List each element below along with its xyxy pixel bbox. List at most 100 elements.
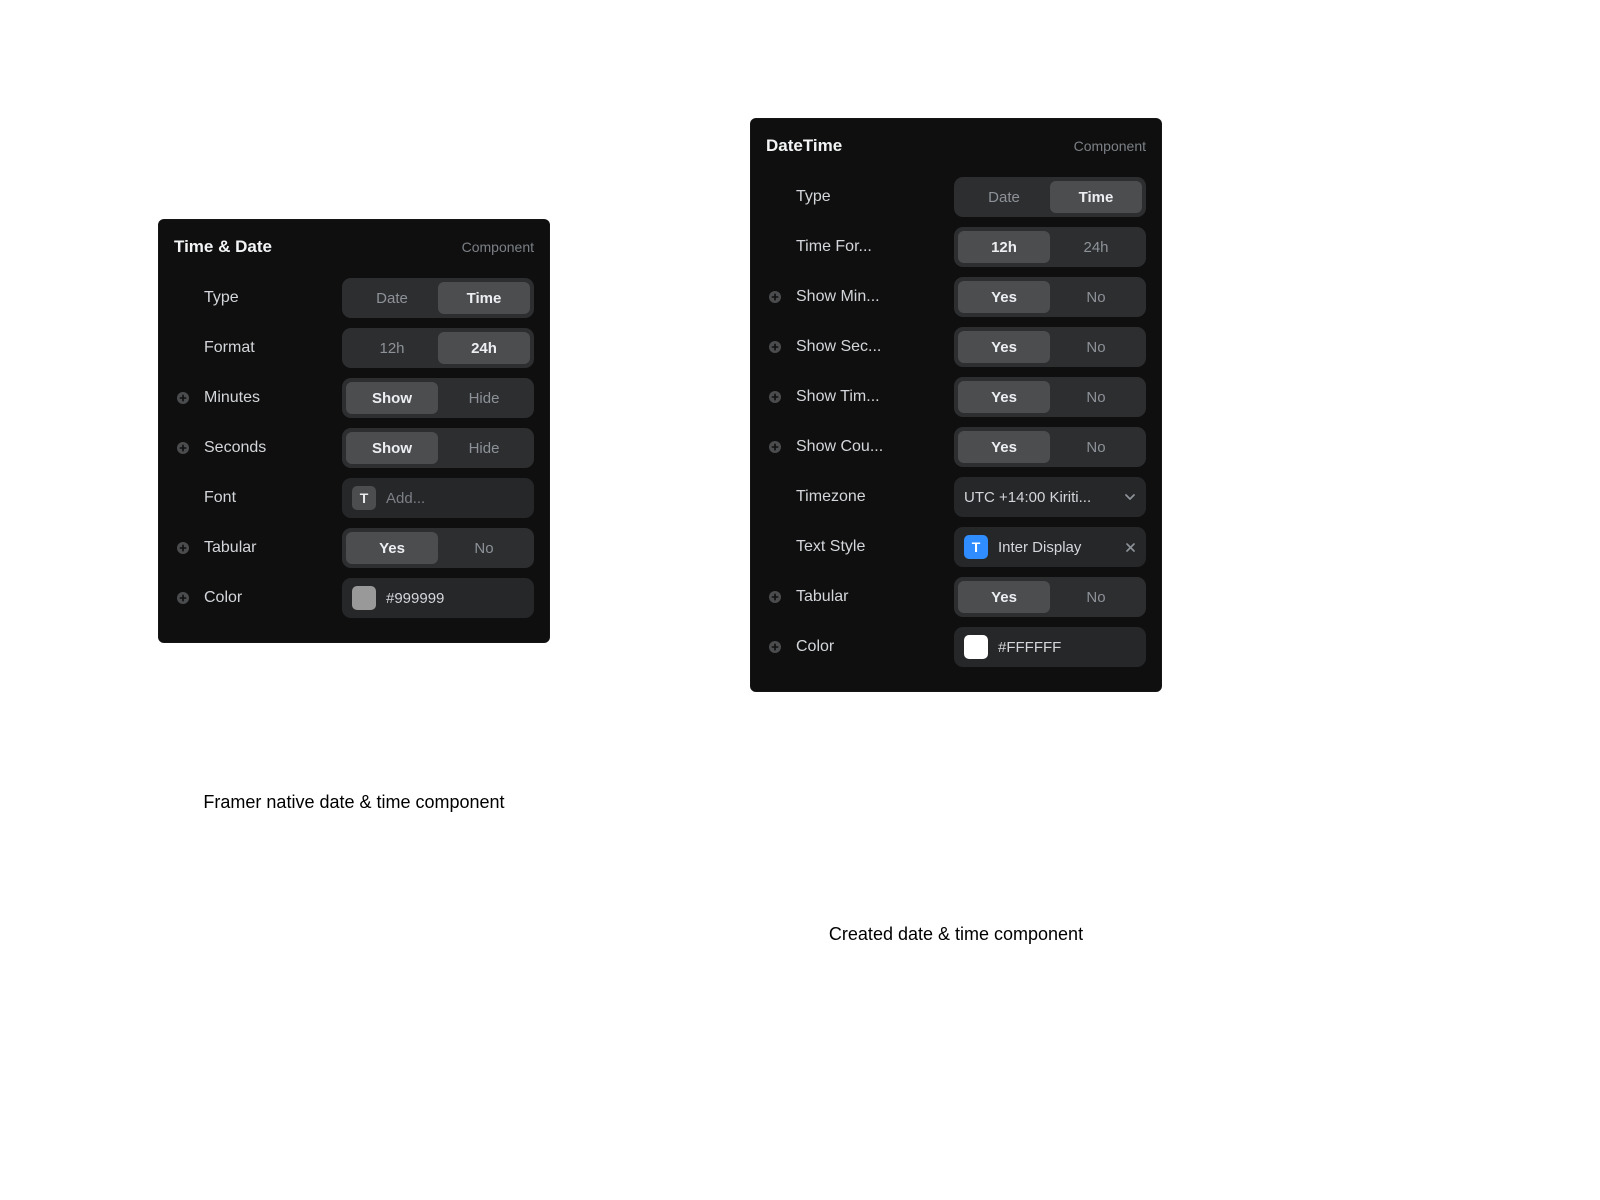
row-font: Font T Add... bbox=[174, 473, 534, 523]
minutes-label: Minutes bbox=[204, 389, 330, 407]
t-icon: T bbox=[352, 486, 376, 510]
show-minutes-segmented[interactable]: Yes No bbox=[954, 277, 1146, 317]
seconds-segmented[interactable]: Show Hide bbox=[342, 428, 534, 468]
minutes-option-show[interactable]: Show bbox=[346, 382, 438, 414]
show-countdown-segmented[interactable]: Yes No bbox=[954, 427, 1146, 467]
tabular-segmented[interactable]: Yes No bbox=[954, 577, 1146, 617]
row-color: Color #999999 bbox=[174, 573, 534, 623]
plus-icon[interactable] bbox=[174, 391, 192, 405]
text-style-picker[interactable]: T Inter Display bbox=[954, 527, 1146, 567]
row-show-minutes: Show Min... Yes No bbox=[766, 272, 1146, 322]
font-placeholder: Add... bbox=[386, 490, 524, 507]
show-minutes-label: Show Min... bbox=[796, 288, 942, 306]
tabular-option-no[interactable]: No bbox=[438, 532, 530, 564]
caption-created: Created date & time component bbox=[750, 924, 1162, 945]
show-seconds-label: Show Sec... bbox=[796, 338, 942, 356]
row-timezone: Timezone UTC +14:00 Kiriti... bbox=[766, 472, 1146, 522]
format-label: Format bbox=[204, 339, 330, 357]
row-text-style: Text Style T Inter Display bbox=[766, 522, 1146, 572]
text-style-label: Text Style bbox=[796, 538, 942, 556]
time-format-label: Time For... bbox=[796, 238, 942, 256]
show-countdown-label: Show Cou... bbox=[796, 438, 942, 456]
seconds-option-hide[interactable]: Hide bbox=[438, 432, 530, 464]
close-icon[interactable] bbox=[1125, 542, 1136, 553]
row-seconds: Seconds Show Hide bbox=[174, 423, 534, 473]
format-segmented[interactable]: 12h 24h bbox=[342, 328, 534, 368]
show-timezone-segmented[interactable]: Yes No bbox=[954, 377, 1146, 417]
row-show-seconds: Show Sec... Yes No bbox=[766, 322, 1146, 372]
plus-icon[interactable] bbox=[766, 440, 784, 454]
row-show-countdown: Show Cou... Yes No bbox=[766, 422, 1146, 472]
t-icon: T bbox=[964, 535, 988, 559]
timezone-select[interactable]: UTC +14:00 Kiriti... bbox=[954, 477, 1146, 517]
color-picker[interactable]: #999999 bbox=[342, 578, 534, 618]
show-countdown-option-no[interactable]: No bbox=[1050, 431, 1142, 463]
minutes-segmented[interactable]: Show Hide bbox=[342, 378, 534, 418]
tabular-label: Tabular bbox=[796, 588, 942, 606]
panel-time-and-date: Time & Date Component Type Date Time For… bbox=[158, 219, 550, 643]
show-seconds-segmented[interactable]: Yes No bbox=[954, 327, 1146, 367]
color-hex: #999999 bbox=[386, 590, 524, 607]
panel-subtitle: Component bbox=[1074, 138, 1146, 154]
format-option-12h[interactable]: 12h bbox=[346, 332, 438, 364]
show-timezone-option-no[interactable]: No bbox=[1050, 381, 1142, 413]
timezone-value: UTC +14:00 Kiriti... bbox=[964, 489, 1114, 506]
plus-icon[interactable] bbox=[766, 290, 784, 304]
type-option-time[interactable]: Time bbox=[1050, 181, 1142, 213]
tabular-option-yes[interactable]: Yes bbox=[958, 581, 1050, 613]
type-label: Type bbox=[204, 289, 330, 307]
chevron-down-icon bbox=[1124, 491, 1136, 503]
panel-subtitle: Component bbox=[462, 239, 534, 255]
type-segmented[interactable]: Date Time bbox=[954, 177, 1146, 217]
seconds-option-show[interactable]: Show bbox=[346, 432, 438, 464]
font-label: Font bbox=[204, 489, 330, 507]
font-picker[interactable]: T Add... bbox=[342, 478, 534, 518]
row-type: Type Date Time bbox=[766, 172, 1146, 222]
show-seconds-option-yes[interactable]: Yes bbox=[958, 331, 1050, 363]
color-label: Color bbox=[204, 589, 330, 607]
color-swatch bbox=[352, 586, 376, 610]
seconds-label: Seconds bbox=[204, 439, 330, 457]
color-picker[interactable]: #FFFFFF bbox=[954, 627, 1146, 667]
type-option-time[interactable]: Time bbox=[438, 282, 530, 314]
plus-icon[interactable] bbox=[174, 591, 192, 605]
show-minutes-option-yes[interactable]: Yes bbox=[958, 281, 1050, 313]
plus-icon[interactable] bbox=[766, 340, 784, 354]
tabular-option-no[interactable]: No bbox=[1050, 581, 1142, 613]
time-format-segmented[interactable]: 12h 24h bbox=[954, 227, 1146, 267]
timezone-label: Timezone bbox=[796, 488, 942, 506]
show-seconds-option-no[interactable]: No bbox=[1050, 331, 1142, 363]
time-format-option-24h[interactable]: 24h bbox=[1050, 231, 1142, 263]
panel-title: DateTime bbox=[766, 136, 842, 156]
show-minutes-option-no[interactable]: No bbox=[1050, 281, 1142, 313]
color-swatch bbox=[964, 635, 988, 659]
type-option-date[interactable]: Date bbox=[958, 181, 1050, 213]
row-minutes: Minutes Show Hide bbox=[174, 373, 534, 423]
caption-native: Framer native date & time component bbox=[158, 792, 550, 813]
panel-title: Time & Date bbox=[174, 237, 272, 257]
plus-icon[interactable] bbox=[174, 441, 192, 455]
plus-icon[interactable] bbox=[766, 390, 784, 404]
tabular-label: Tabular bbox=[204, 539, 330, 557]
type-option-date[interactable]: Date bbox=[346, 282, 438, 314]
type-segmented[interactable]: Date Time bbox=[342, 278, 534, 318]
show-countdown-option-yes[interactable]: Yes bbox=[958, 431, 1050, 463]
format-option-24h[interactable]: 24h bbox=[438, 332, 530, 364]
time-format-option-12h[interactable]: 12h bbox=[958, 231, 1050, 263]
plus-icon[interactable] bbox=[174, 541, 192, 555]
color-label: Color bbox=[796, 638, 942, 656]
plus-icon[interactable] bbox=[766, 590, 784, 604]
plus-icon[interactable] bbox=[766, 640, 784, 654]
row-color: Color #FFFFFF bbox=[766, 622, 1146, 672]
show-timezone-option-yes[interactable]: Yes bbox=[958, 381, 1050, 413]
tabular-segmented[interactable]: Yes No bbox=[342, 528, 534, 568]
row-show-timezone: Show Tim... Yes No bbox=[766, 372, 1146, 422]
row-type: Type Date Time bbox=[174, 273, 534, 323]
row-time-format: Time For... 12h 24h bbox=[766, 222, 1146, 272]
row-format: Format 12h 24h bbox=[174, 323, 534, 373]
show-timezone-label: Show Tim... bbox=[796, 388, 942, 406]
tabular-option-yes[interactable]: Yes bbox=[346, 532, 438, 564]
text-style-value: Inter Display bbox=[998, 539, 1115, 556]
color-hex: #FFFFFF bbox=[998, 639, 1136, 656]
minutes-option-hide[interactable]: Hide bbox=[438, 382, 530, 414]
